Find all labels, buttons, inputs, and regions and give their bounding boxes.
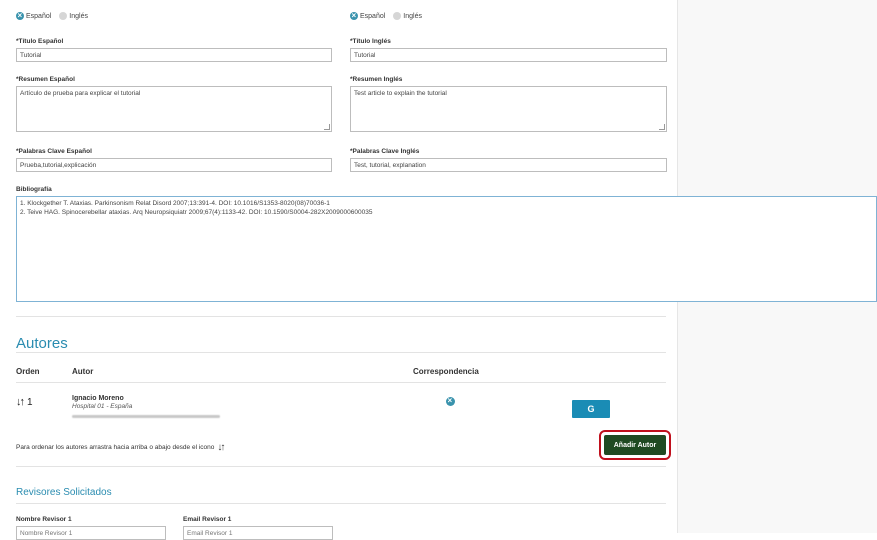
sort-hint-text: Para ordenar los autores arrastra hacia …	[16, 444, 215, 451]
author-name: Ignacio Moreno	[72, 395, 124, 402]
resumen-es-label: *Resumen Español	[16, 76, 75, 83]
revisor-email-label: Email Revisor 1	[183, 516, 232, 523]
radio-espanol-label: Español	[26, 12, 52, 20]
titulo-es-input[interactable]: Tutorial	[16, 48, 332, 62]
radio-espanol-label: Español	[360, 12, 386, 20]
titulo-en-label: *Título Inglés	[350, 38, 391, 45]
edit-author-button[interactable]: G	[572, 400, 610, 418]
resumen-en-text: Test article to explain the tutorial	[354, 90, 447, 97]
divider	[16, 352, 666, 353]
radio-espanol-right[interactable]	[350, 12, 358, 20]
palabras-en-input[interactable]: Test, tutorial, explanation	[350, 158, 667, 172]
sort-arrows-icon[interactable]: ↓↑	[16, 396, 25, 408]
radio-ingles-label: Inglés	[69, 12, 88, 20]
autores-title: Autores	[16, 335, 68, 352]
revisor-nombre-label: Nombre Revisor 1	[16, 516, 72, 523]
palabras-es-label: *Palabras Clave Español	[16, 148, 92, 155]
divider	[16, 382, 666, 383]
radio-ingles-label: Inglés	[403, 12, 422, 20]
author-email-redacted	[72, 415, 220, 418]
revisores-title: Revisores Solicitados	[16, 487, 112, 498]
author-affiliation: Hospital 01 - España	[72, 403, 133, 410]
radio-ingles-right[interactable]	[393, 12, 402, 20]
check-circle-icon	[446, 397, 455, 408]
author-cell: Ignacio Moreno Hospital 01 - España	[72, 395, 220, 418]
divider	[16, 316, 666, 317]
table-row: ↓↑ 1	[16, 396, 33, 408]
sort-arrows-icon: ↓↑	[217, 442, 225, 453]
titulo-en-input[interactable]: Tutorial	[350, 48, 667, 62]
bibliografia-textarea[interactable]: 1. Klockgether T. Ataxias. Parkinsonism …	[16, 196, 877, 302]
titulo-es-label: *Título Español	[16, 38, 64, 45]
palabras-es-input[interactable]: Prueba,tutorial,explicación	[16, 158, 332, 172]
col-orden: Orden	[16, 367, 40, 376]
radio-ingles-left[interactable]	[59, 12, 68, 20]
col-autor: Autor	[72, 367, 94, 376]
resumen-es-textarea[interactable]: Artículo de prueba para explicar el tuto…	[16, 86, 332, 132]
palabras-en-label: *Palabras Clave Inglés	[350, 148, 420, 155]
bibliografia-line-1: 1. Klockgether T. Ataxias. Parkinsonism …	[20, 200, 330, 207]
divider	[16, 503, 666, 504]
language-toggle-left: Español Inglés	[16, 12, 88, 20]
revisor-nombre-input[interactable]	[16, 526, 166, 540]
resumen-es-text: Artículo de prueba para explicar el tuto…	[20, 90, 141, 97]
bibliografia-line-2: 2. Teive HAG. Spinocerebellar ataxias. A…	[20, 209, 373, 216]
resumen-en-textarea[interactable]: Test article to explain the tutorial	[350, 86, 667, 132]
add-author-button[interactable]: Añadir Autor	[604, 435, 666, 455]
revisor-email-input[interactable]	[183, 526, 333, 540]
sort-hint: Para ordenar los autores arrastra hacia …	[16, 442, 225, 453]
edit-icon: G	[587, 404, 595, 414]
divider	[16, 466, 666, 467]
author-order: 1	[27, 396, 33, 408]
language-toggle-right: Español Inglés	[350, 12, 422, 20]
bibliografia-label: Bibliografía	[16, 186, 52, 193]
radio-espanol-left[interactable]	[16, 12, 24, 20]
resumen-en-label: *Resumen Inglés	[350, 76, 403, 83]
col-correspondencia: Correspondencia	[413, 367, 479, 376]
